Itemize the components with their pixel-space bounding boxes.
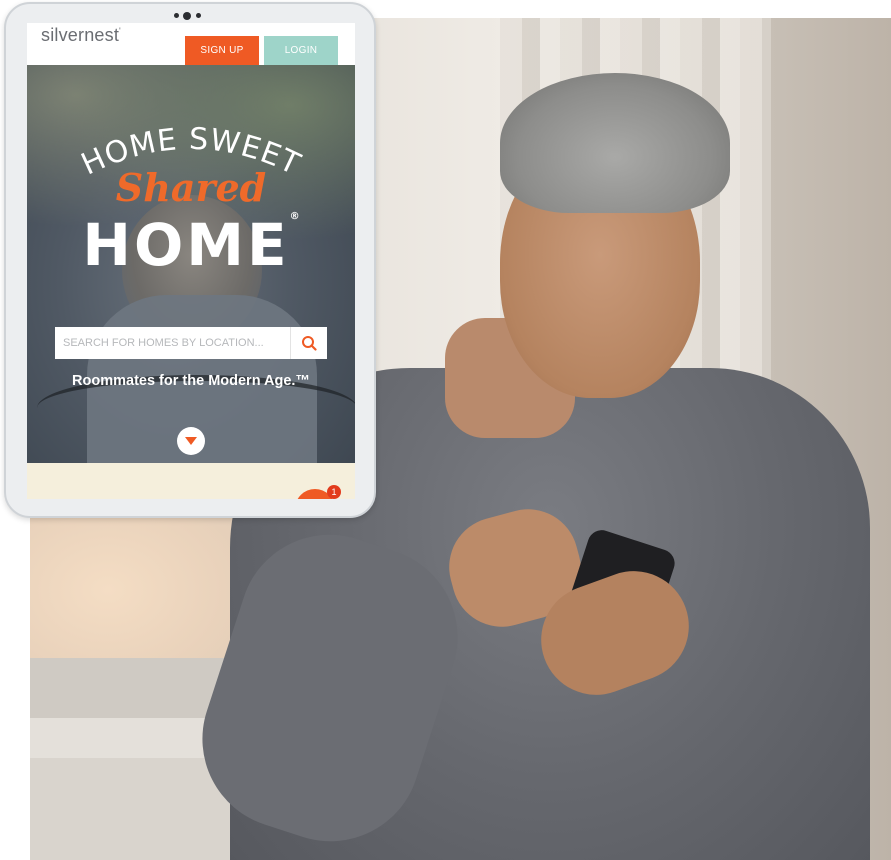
search-button[interactable] [290, 327, 327, 359]
tablet-screen: silvernest' SIGN UP LOGIN HOME SWEET Sha… [27, 23, 355, 499]
search-icon [302, 336, 317, 351]
tablet-device: silvernest' SIGN UP LOGIN HOME SWEET Sha… [4, 2, 376, 518]
hero-title-line2: Shared [115, 165, 267, 210]
logo-text: silvernest [41, 25, 120, 45]
search-box [55, 327, 327, 359]
hero-section: HOME SWEET Shared HOME® Roommates for th… [27, 65, 355, 465]
chat-badge: 1 [327, 485, 341, 499]
site-header: silvernest' SIGN UP LOGIN [27, 23, 355, 65]
signup-button[interactable]: SIGN UP [185, 36, 259, 65]
search-input[interactable] [55, 327, 289, 359]
login-button[interactable]: LOGIN [264, 36, 338, 65]
registered-mark: ® [289, 211, 300, 222]
hero-title-home: HOME [82, 211, 290, 279]
chevron-down-icon [185, 437, 197, 445]
hero-title-line3: HOME® [27, 211, 355, 279]
camera-dots [156, 11, 216, 21]
logo[interactable]: silvernest' [41, 25, 121, 46]
hero-tagline: Roommates for the Modern Age.™ [72, 373, 310, 389]
logo-mark: ' [119, 26, 121, 36]
woman-hair [500, 73, 730, 213]
scroll-down-button[interactable] [177, 427, 205, 455]
